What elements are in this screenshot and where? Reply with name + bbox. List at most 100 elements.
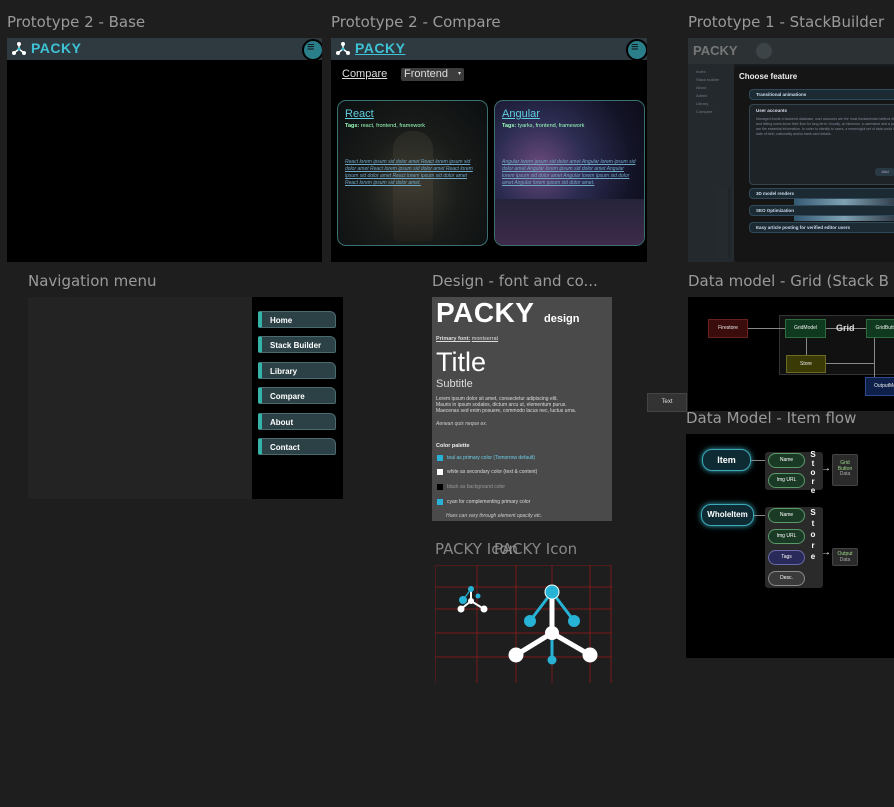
frame-title-proto1[interactable]: Prototype 1 - StackBuilder — [688, 13, 884, 31]
palette-note: Hues can vary through element opacity et… — [446, 513, 543, 519]
frame-title-icon[interactable]: PACKY Icon — [494, 540, 577, 558]
gridmodel-node[interactable]: GridModel — [785, 319, 826, 338]
frame-title-design[interactable]: Design - font and co... — [432, 272, 598, 290]
text-chip[interactable]: Text — [647, 393, 687, 412]
card-background-image — [495, 199, 644, 245]
frame-title-proto2-compare[interactable]: Prototype 2 - Compare — [331, 13, 501, 31]
swatch-text: teal as primary color (Tomorrow default) — [447, 455, 536, 461]
frame-proto2-base[interactable]: PACKY — [7, 38, 322, 262]
packy-logo-icon — [336, 42, 350, 55]
store-node[interactable]: Store — [786, 355, 826, 373]
arrow-right-icon: → — [821, 463, 831, 474]
palette-label: Color palette — [436, 443, 470, 449]
nav-item-compare[interactable]: Compare — [258, 387, 336, 404]
card-tags: Tags: react, frontend, framework — [345, 123, 425, 129]
choose-feature-modal: Choose feature Transitional animations U… — [734, 66, 894, 262]
connector — [751, 460, 766, 461]
sidebar-item[interactable]: Compare — [696, 108, 719, 116]
modal-title: Choose feature — [739, 72, 798, 81]
menu-icon[interactable] — [626, 39, 647, 61]
frame-design[interactable]: PACKY design Primary font: montserrat Ti… — [432, 297, 612, 521]
feature-option[interactable]: 3D model renders — [749, 188, 894, 199]
frame-title-nav-menu[interactable]: Navigation menu — [28, 272, 157, 290]
chevron-down-icon: ▾ — [458, 71, 462, 77]
grid-button-data-node[interactable]: Grid Button Data — [832, 454, 858, 486]
brand-name[interactable]: PACKY — [355, 40, 405, 56]
header-bar: PACKY — [7, 38, 322, 61]
swatch-cyan — [437, 499, 443, 505]
compare-card-react[interactable]: React Tags: react, frontend, framework R… — [337, 100, 488, 246]
frame-title-item-flow[interactable]: Data Model - Item flow — [686, 409, 856, 427]
card-description: Angular lorem ipsum sid dolor amet Angul… — [502, 159, 636, 186]
sidebar-item[interactable]: Index — [696, 68, 719, 76]
avatar[interactable] — [756, 43, 772, 59]
swatch-text: cyan for complementing primary color — [447, 499, 531, 505]
add-button[interactable]: Add — [875, 168, 894, 176]
frame-navigation-menu[interactable]: Home Stack Builder Library Compare About… — [28, 297, 343, 499]
firestore-node[interactable]: Firestore — [708, 319, 748, 338]
frame-title-grid-model[interactable]: Data model - Grid (Stack B — [688, 272, 889, 290]
grid-label: Grid — [836, 323, 855, 333]
packy-logo-icon — [12, 42, 26, 55]
output-data-node[interactable]: Output Data — [832, 548, 858, 566]
feature-option[interactable]: Transitional animations — [749, 89, 894, 100]
frame-data-model-grid[interactable]: Firestore GridModel Grid GridButto Store… — [688, 297, 894, 411]
menu-icon[interactable] — [302, 39, 322, 61]
brand-suffix: design — [544, 313, 580, 325]
sidebar-items: Index Stack builder About Admin Library … — [696, 68, 719, 116]
swatch-text: white as secondary color (text & content… — [447, 469, 538, 475]
nav-item-contact[interactable]: Contact — [258, 438, 336, 455]
title-sample: Title — [436, 347, 487, 377]
frame-proto1-stackbuilder[interactable]: PACKY Index Stack builder About Admin Li… — [688, 38, 894, 262]
brand-name[interactable]: PACKY — [693, 43, 738, 58]
body-sample: Lorem ipsum dolor sit amet, consectetur … — [436, 396, 577, 414]
connector — [823, 363, 874, 364]
sidebar-item[interactable]: Library — [696, 100, 719, 108]
field-pill[interactable]: Desc. — [768, 571, 805, 586]
swatch-white — [437, 469, 443, 475]
header-bar: PACKY — [688, 38, 894, 64]
whole-item-node[interactable]: WholeItem — [701, 504, 754, 526]
compare-card-angular[interactable]: Angular Tags: tyarks, frontend, framewor… — [494, 100, 645, 246]
nav-item-stack-builder[interactable]: Stack Builder — [258, 336, 336, 353]
gridbutton-node[interactable]: GridButto — [866, 319, 894, 338]
sidebar-item[interactable]: Stack builder — [696, 76, 719, 84]
subtitle-sample: Subtitle — [436, 378, 473, 390]
card-title[interactable]: React — [345, 108, 374, 120]
field-pill[interactable]: Img URL — [768, 529, 805, 544]
frame-title-proto2-base[interactable]: Prototype 2 - Base — [7, 13, 145, 31]
frame-data-model-item-flow[interactable]: Item Name Img URL Store → Grid Button Da… — [686, 434, 894, 658]
outputmodel-node[interactable]: OutputMo — [865, 377, 894, 396]
frame-proto2-compare[interactable]: PACKY Compare Frontend ▾ React Tags: rea… — [331, 38, 647, 262]
brand-name: PACKY — [436, 297, 535, 328]
field-pill[interactable]: Name — [768, 453, 805, 468]
card-title[interactable]: Angular — [502, 108, 540, 120]
category-select[interactable]: Frontend ▾ — [401, 68, 465, 81]
feature-title: User accounts — [756, 108, 788, 113]
item-node[interactable]: Item — [702, 449, 751, 471]
store-label: Store — [810, 508, 816, 561]
field-pill[interactable]: Img URL — [768, 473, 805, 488]
primary-font-label: Primary font: montserrat — [436, 336, 499, 342]
feature-option[interactable]: Easy article posting for verified editor… — [749, 222, 894, 233]
nav-item-library[interactable]: Library — [258, 362, 336, 379]
italic-sample: Aenean quis neque ex. — [436, 421, 488, 427]
field-pill[interactable]: Tags — [768, 550, 805, 565]
arrow-right-icon: → — [821, 547, 831, 558]
sidebar-item[interactable]: About — [696, 84, 719, 92]
connector — [748, 328, 785, 329]
nav-item-home[interactable]: Home — [258, 311, 336, 328]
field-pill[interactable]: Name — [768, 508, 805, 523]
nav-drawer: Home Stack Builder Library Compare About… — [252, 297, 343, 499]
frame-packy-icon[interactable] — [435, 565, 612, 683]
packy-icon-artwork — [435, 565, 612, 683]
header-bar: PACKY — [331, 38, 647, 61]
sidebar-item[interactable]: Admin — [696, 92, 719, 100]
brand-name[interactable]: PACKY — [31, 40, 81, 56]
feature-option-expanded[interactable]: User accounts Managed inside a backend d… — [749, 104, 894, 185]
swatch-teal — [437, 455, 443, 461]
feature-option[interactable]: SEO Optimization — [749, 205, 894, 216]
nav-item-about[interactable]: About — [258, 413, 336, 430]
store-label: Store — [810, 450, 816, 495]
swatch-black — [437, 484, 443, 490]
